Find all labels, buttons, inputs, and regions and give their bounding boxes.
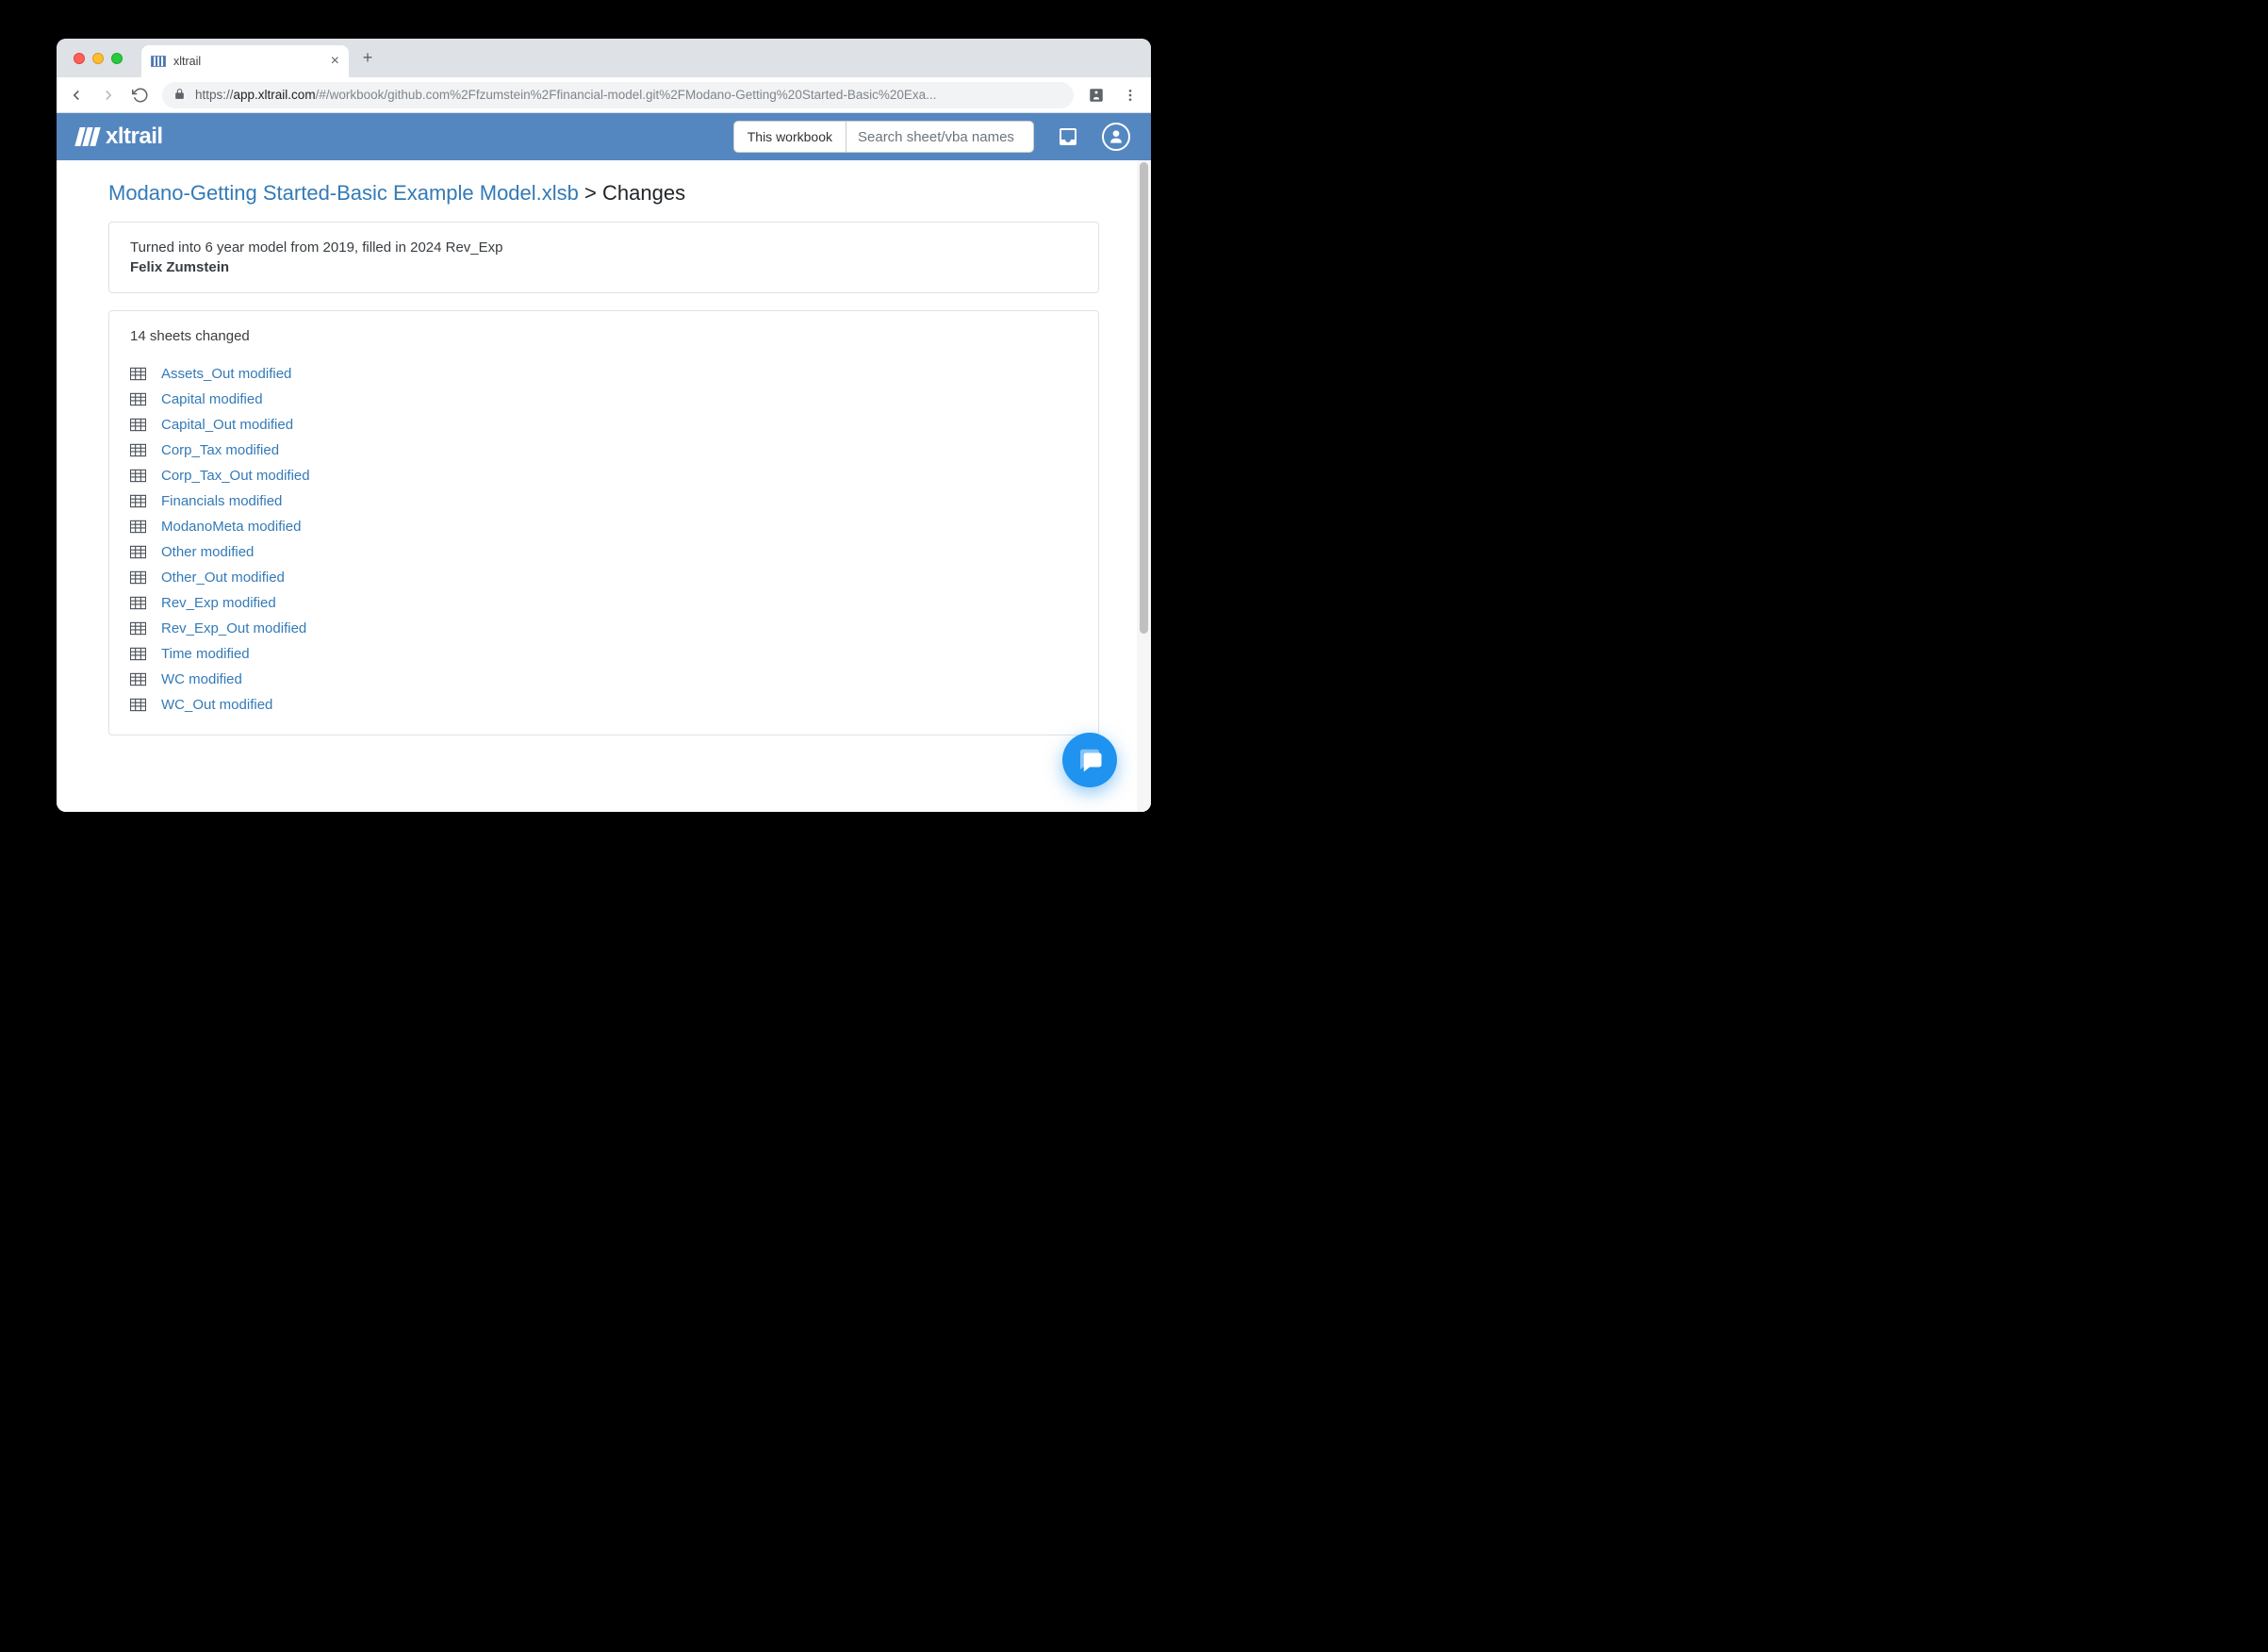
window-maximize-button[interactable] [111,53,123,64]
sheet-link[interactable]: Other modified [161,544,254,560]
sheet-link[interactable]: Other_Out modified [161,570,285,586]
browser-window: xltrail × + https://app.xltrail.com/#/wo… [57,39,1151,812]
sheet-link[interactable]: WC_Out modified [161,697,272,713]
new-tab-button[interactable]: + [354,45,381,72]
breadcrumb-current: Changes [602,181,685,205]
sheet-item: Rev_Exp_Out modified [130,616,1077,641]
sheet-link[interactable]: ModanoMeta modified [161,519,301,535]
content-area: Modano-Getting Started-Basic Example Mod… [57,160,1151,812]
sheet-link[interactable]: Assets_Out modified [161,366,291,382]
grid-icon [130,621,146,636]
sheet-link[interactable]: Rev_Exp modified [161,595,276,611]
grid-icon [130,392,146,406]
grid-icon [130,647,146,661]
window-controls [74,53,123,64]
sheet-item: Capital_Out modified [130,412,1077,438]
sheet-link[interactable]: Time modified [161,646,250,662]
tab-close-button[interactable]: × [331,54,339,69]
app-header: xltrail This workbook [57,113,1151,160]
sheet-link[interactable]: Corp_Tax modified [161,442,279,458]
grid-icon [130,596,146,610]
sheet-list: Assets_Out modified Capital modified Capit… [130,361,1077,718]
favicon-icon [151,56,166,67]
tab-title: xltrail [173,55,323,68]
sheet-item: Assets_Out modified [130,361,1077,387]
sheet-item: Financials modified [130,488,1077,514]
grid-icon [130,494,146,508]
grid-icon [130,418,146,432]
sheet-link[interactable]: Capital modified [161,391,263,407]
app-logo[interactable]: xltrail [77,124,163,150]
sheet-item: Capital modified [130,387,1077,412]
logo-text: xltrail [106,124,163,150]
lock-icon [173,88,186,103]
grid-icon [130,469,146,483]
url-text: https://app.xltrail.com/#/workbook/githu… [195,88,936,102]
sheet-link[interactable]: Capital_Out modified [161,417,293,433]
window-minimize-button[interactable] [92,53,104,64]
back-button[interactable] [66,85,87,106]
sheet-item: Corp_Tax modified [130,438,1077,463]
browser-menu-button[interactable] [1119,84,1142,107]
sheet-link[interactable]: WC modified [161,671,242,687]
commit-message: Turned into 6 year model from 2019, fill… [130,240,1077,256]
commit-author: Felix Zumstein [130,259,1077,275]
sheet-item: Corp_Tax_Out modified [130,463,1077,488]
window-close-button[interactable] [74,53,85,64]
scrollbar-thumb[interactable] [1140,162,1148,634]
address-bar[interactable]: https://app.xltrail.com/#/workbook/githu… [162,82,1074,108]
grid-icon [130,443,146,457]
grid-icon [130,545,146,559]
reload-button[interactable] [130,85,151,106]
logo-mark-icon [77,127,98,146]
sheet-link[interactable]: Corp_Tax_Out modified [161,468,310,484]
sheet-link[interactable]: Rev_Exp_Out modified [161,620,306,636]
sheet-item: ModanoMeta modified [130,514,1077,539]
search-input[interactable] [846,121,1034,153]
grid-icon [130,672,146,686]
sheet-item: Other_Out modified [130,565,1077,590]
grid-icon [130,570,146,585]
sheet-item: Other modified [130,539,1077,565]
tab-bar: xltrail × + [57,39,1151,77]
grid-icon [130,520,146,534]
extension-icon[interactable] [1085,84,1108,107]
workbook-scope-button[interactable]: This workbook [733,121,846,153]
breadcrumb: Modano-Getting Started-Basic Example Mod… [108,181,1099,206]
browser-tab[interactable]: xltrail × [141,45,349,77]
sheets-panel: 14 sheets changed Assets_Out modified Cap… [108,310,1099,735]
grid-icon [130,367,146,381]
search-group: This workbook [733,121,1034,153]
inbox-icon[interactable] [1053,122,1083,152]
commit-panel: Turned into 6 year model from 2019, fill… [108,222,1099,293]
user-avatar[interactable] [1102,123,1130,151]
scrollbar[interactable] [1137,160,1151,812]
sheet-item: Time modified [130,641,1077,667]
sheet-link[interactable]: Financials modified [161,493,282,509]
breadcrumb-separator: > [584,181,597,205]
breadcrumb-workbook-link[interactable]: Modano-Getting Started-Basic Example Mod… [108,181,579,205]
sheet-item: Rev_Exp modified [130,590,1077,616]
sheet-item: WC modified [130,667,1077,692]
chat-icon [1076,746,1104,774]
chat-button[interactable] [1062,733,1117,787]
sheets-summary: 14 sheets changed [130,328,1077,344]
grid-icon [130,698,146,712]
sheet-item: WC_Out modified [130,692,1077,718]
address-bar-row: https://app.xltrail.com/#/workbook/githu… [57,77,1151,113]
forward-button[interactable] [98,85,119,106]
